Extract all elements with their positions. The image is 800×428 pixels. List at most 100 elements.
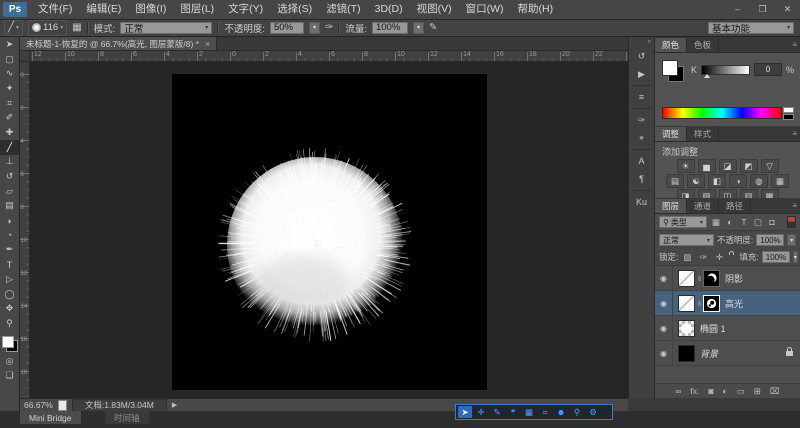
layer-row[interactable]: ◉背景 bbox=[655, 341, 800, 366]
brightness-contrast-icon[interactable]: ☀ bbox=[677, 159, 695, 173]
visibility-cell[interactable]: ◉ bbox=[655, 341, 673, 365]
black-white-icon[interactable]: ◧ bbox=[708, 174, 726, 188]
new-group-icon[interactable]: ▭ bbox=[737, 386, 745, 397]
type-tool[interactable]: T bbox=[0, 257, 19, 272]
lasso-tool[interactable]: ∿ bbox=[0, 66, 19, 81]
crop-icon[interactable]: ⌗ bbox=[538, 406, 552, 418]
color-lookup-icon[interactable]: ▦ bbox=[771, 174, 789, 188]
eye-icon[interactable]: ◉ bbox=[660, 324, 667, 333]
layer-thumbnail[interactable] bbox=[678, 345, 695, 362]
zoom-tool[interactable]: ⚲ bbox=[0, 316, 19, 331]
color-swatches[interactable] bbox=[662, 60, 684, 82]
path-selection-tool[interactable]: ▷ bbox=[0, 272, 19, 287]
quick-selection-tool[interactable]: ✦ bbox=[0, 81, 19, 96]
levels-icon[interactable]: ▅ bbox=[698, 159, 716, 173]
filter-adjustment-icon[interactable]: ◐ bbox=[724, 217, 736, 228]
move-icon[interactable]: ✛ bbox=[474, 406, 488, 418]
lock-transparent-icon[interactable]: ▨ bbox=[681, 252, 693, 263]
tab-color[interactable]: 颜色 bbox=[655, 38, 687, 52]
menu-item-help[interactable]: 帮助(H) bbox=[511, 0, 561, 19]
menu-item-window[interactable]: 窗口(W) bbox=[459, 0, 511, 19]
mini-bridge-tab[interactable]: Mini Bridge bbox=[20, 411, 81, 424]
status-expand-icon[interactable]: ▶ bbox=[172, 401, 177, 409]
mask-link-icon[interactable]: ∞ bbox=[696, 274, 703, 282]
clone-stamp-tool[interactable]: ⊥ bbox=[0, 155, 19, 170]
curves-icon[interactable]: ◪ bbox=[719, 159, 737, 173]
layer-style-icon[interactable]: fx. bbox=[690, 386, 699, 396]
photo-filter-icon[interactable]: ◑ bbox=[729, 174, 747, 188]
close-document-icon[interactable]: × bbox=[205, 39, 210, 49]
tab-adjustments[interactable]: 调整 bbox=[655, 127, 687, 141]
layer-fill-value[interactable]: 100% bbox=[762, 251, 790, 263]
document-tab[interactable]: 未标题-1-恢复的 @ 66.7%(高光, 图层蒙版/8) * × bbox=[20, 37, 217, 50]
layer-row[interactable]: ◉椭圆 1 bbox=[655, 316, 800, 341]
link-layers-icon[interactable]: ∞ bbox=[675, 386, 681, 396]
add-adjustment-icon[interactable]: ◐ bbox=[723, 386, 728, 396]
zoom-icon[interactable]: ⚲ bbox=[570, 406, 584, 418]
layer-filter-select[interactable]: ⚲ 类型 ▾ bbox=[659, 216, 707, 228]
zoom-level-value[interactable]: 66.67% bbox=[24, 400, 53, 410]
layer-thumbnail[interactable] bbox=[678, 270, 695, 287]
menu-item-type[interactable]: 文字(Y) bbox=[221, 0, 270, 19]
menu-item-file[interactable]: 文件(F) bbox=[31, 0, 79, 19]
clone-source-panel-icon[interactable]: ⌖ bbox=[631, 129, 652, 147]
eye-icon[interactable]: ◉ bbox=[660, 299, 667, 308]
eyedropper-tool[interactable]: ✐ bbox=[0, 110, 19, 125]
layer-opacity-value[interactable]: 100% bbox=[756, 234, 784, 246]
tab-paths[interactable]: 路径 bbox=[719, 199, 751, 213]
filter-type-icon[interactable]: T bbox=[738, 217, 750, 228]
pen-icon[interactable]: ✎ bbox=[490, 406, 504, 418]
mask-link-icon[interactable]: ∞ bbox=[696, 299, 703, 307]
image-icon[interactable]: ▦ bbox=[522, 406, 536, 418]
layer-fill-dropdown-button[interactable]: ▾ bbox=[793, 251, 798, 263]
ellipse-tool[interactable]: ◯ bbox=[0, 287, 19, 302]
lock-move-icon[interactable]: ✛ bbox=[713, 252, 725, 263]
history-panel-icon[interactable]: ↺ bbox=[631, 47, 652, 65]
workspace-select[interactable]: 基本功能▾ bbox=[708, 22, 794, 34]
gradient-tool[interactable]: ▤ bbox=[0, 199, 19, 214]
flow-dropdown-button[interactable]: ▾ bbox=[413, 22, 424, 34]
k-slider[interactable] bbox=[701, 65, 750, 75]
channel-mixer-icon[interactable]: ◍ bbox=[750, 174, 768, 188]
color-spectrum-bar[interactable] bbox=[662, 107, 782, 119]
tab-styles[interactable]: 样式 bbox=[687, 127, 719, 141]
tab-layers[interactable]: 图层 bbox=[655, 199, 687, 213]
blur-tool[interactable]: ◗ bbox=[0, 213, 19, 228]
crop-tool[interactable]: ⌗ bbox=[0, 96, 19, 111]
screen-mode-icon[interactable]: ❏ bbox=[0, 368, 19, 383]
panel-menu-icon[interactable]: ≡ bbox=[792, 201, 797, 210]
quick-mask-icon[interactable]: ◎ bbox=[0, 354, 19, 369]
layer-row[interactable]: ◉∞阴影 bbox=[655, 266, 800, 291]
actions-panel-icon[interactable]: ▶ bbox=[631, 65, 652, 83]
pasteboard[interactable] bbox=[30, 62, 628, 398]
white-swatch[interactable] bbox=[783, 107, 794, 113]
layer-thumbnail[interactable] bbox=[678, 320, 695, 337]
dodge-tool[interactable]: ◔ bbox=[0, 228, 19, 243]
foreground-color-swatch[interactable] bbox=[2, 336, 14, 348]
filter-toggle-icon[interactable] bbox=[787, 216, 796, 228]
lock-paint-icon[interactable]: ✑ bbox=[697, 252, 709, 263]
new-layer-icon[interactable]: ⊞ bbox=[754, 386, 761, 397]
minimize-button[interactable]: – bbox=[725, 0, 750, 19]
person-icon[interactable]: ☻ bbox=[554, 406, 568, 418]
black-swatch[interactable] bbox=[783, 114, 794, 120]
exposure-icon[interactable]: ◩ bbox=[740, 159, 758, 173]
move-tool[interactable]: ➤ bbox=[0, 37, 19, 52]
paragraph-panel-icon[interactable]: ¶ bbox=[631, 170, 652, 188]
pen-tool[interactable]: ✒ bbox=[0, 243, 19, 258]
hand-tool[interactable]: ✥ bbox=[0, 301, 19, 316]
expand-panels-icon[interactable]: » bbox=[648, 39, 654, 47]
eye-icon[interactable]: ◉ bbox=[660, 274, 667, 283]
eraser-tool[interactable]: ▱ bbox=[0, 184, 19, 199]
filter-shape-icon[interactable]: ▢ bbox=[752, 217, 764, 228]
pointer-icon[interactable]: ➤ bbox=[458, 406, 472, 418]
close-button[interactable]: ✕ bbox=[775, 0, 800, 19]
opacity-dropdown-button[interactable]: ▾ bbox=[309, 22, 320, 34]
canvas[interactable] bbox=[172, 74, 487, 390]
menu-item-view[interactable]: 视图(V) bbox=[410, 0, 459, 19]
foreground-color-swatch[interactable] bbox=[662, 60, 678, 76]
vibrance-icon[interactable]: ▽ bbox=[761, 159, 779, 173]
kuler-panel-icon[interactable]: Ku bbox=[631, 193, 652, 211]
hue-saturation-icon[interactable]: ▤ bbox=[666, 174, 684, 188]
menu-item-image[interactable]: 图像(I) bbox=[128, 0, 173, 19]
